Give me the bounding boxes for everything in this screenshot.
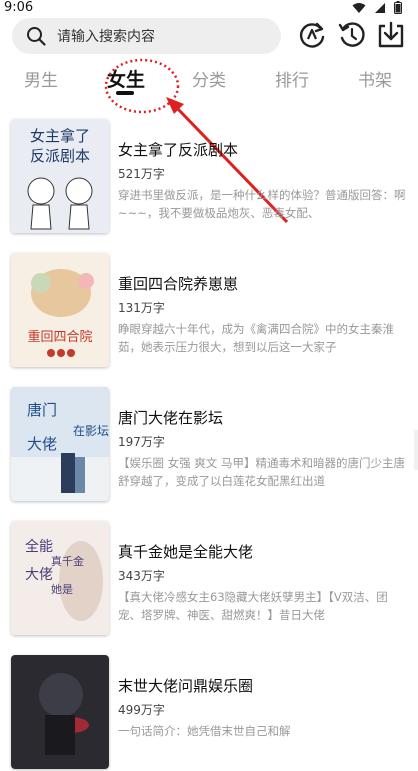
- list-item[interactable]: 重回四合院 重回四合院养崽崽 131万字 睁眼穿越六十年代，成为《禽满四合院》中…: [0, 249, 418, 369]
- cover-title-2: 反派剧本: [30, 147, 90, 165]
- wifi-icon: [352, 2, 366, 13]
- search-bar[interactable]: 请输入搜索内容: [12, 18, 281, 54]
- list-item[interactable]: 全能 大佬 真千金 她是 真千金她是全能大佬 343万字 【真大佬冷感女主63隐…: [0, 517, 418, 637]
- annotation-ellipse: [104, 58, 180, 114]
- book-cover: 女主拿了 反派剧本: [11, 119, 109, 233]
- cover-title-4: 她是: [51, 582, 73, 596]
- book-word-count: 197万字: [118, 435, 165, 449]
- history-icon[interactable]: [337, 20, 367, 50]
- tab-male[interactable]: 男生: [24, 66, 58, 91]
- scrollbar[interactable]: [414, 430, 418, 470]
- book-title: 末世大佬问鼎娱乐圈: [118, 677, 254, 695]
- book-word-count: 499万字: [118, 703, 165, 717]
- list-item[interactable]: 末世大佬问鼎娱乐圈 499万字 一句话简介：她凭借末世自己和解: [0, 651, 418, 771]
- tab-ranking[interactable]: 排行: [275, 66, 309, 91]
- tab-category[interactable]: 分类: [192, 66, 226, 91]
- book-title: 唐门大佬在影坛: [118, 409, 224, 427]
- book-description: 【真大佬冷感女主63隐藏大佬妖孽男主】【V双洁、团宠、塔罗牌、神医、甜燃爽！】昔…: [118, 590, 388, 622]
- cover-title-1: 女主拿了: [30, 127, 90, 145]
- list-item[interactable]: 唐门 大佬 在影坛 唐门大佬在影坛 197万字 【娱乐圈 女强 爽文 马甲】精通…: [0, 383, 418, 503]
- cover-title-1: 唐门: [27, 401, 57, 419]
- cover-title-1: 全能: [25, 538, 53, 555]
- book-title: 真千金她是全能大佬: [118, 543, 254, 561]
- cover-title: 重回四合院: [27, 329, 92, 345]
- list-item[interactable]: 女主拿了 反派剧本 女主拿了反派剧本 521万字 穿进书里做反派，是一种什么样的…: [0, 115, 418, 235]
- search-icon: [27, 27, 46, 46]
- book-description: 睁眼穿越六十年代，成为《禽满四合院》中的女主秦淮茹，她表示压力很大，想到以后这一…: [118, 322, 394, 354]
- book-word-count: 521万字: [118, 167, 165, 181]
- category-tabs: 男生 女生 分类 排行 书架: [0, 60, 418, 100]
- search-placeholder[interactable]: 请输入搜索内容: [57, 26, 155, 46]
- cover-title-3: 在影坛: [73, 424, 109, 438]
- book-title: 女主拿了反派剧本: [118, 141, 239, 159]
- book-cover: 重回四合院: [11, 253, 109, 367]
- tab-bookshelf[interactable]: 书架: [358, 66, 392, 91]
- battery-icon: [394, 1, 402, 14]
- book-description: 穿进书里做反派，是一种什么样的体验？普通版回答：啊~~~，我不要做极品炮灰、恶毒…: [118, 188, 406, 220]
- cover-title-2: 大佬: [27, 435, 57, 453]
- book-description: 一句话简介：她凭借末世自己和解: [118, 724, 291, 738]
- cover-title-2: 大佬: [25, 567, 53, 583]
- book-cover: [11, 655, 109, 769]
- book-title: 重回四合院养崽崽: [118, 275, 239, 293]
- book-word-count: 131万字: [118, 301, 165, 315]
- status-bar: 9:06: [0, 0, 418, 16]
- book-description: 【娱乐圈 女强 爽文 马甲】精通毒术和暗器的唐门少主唐舒穿越了，变成了以白莲花女…: [118, 456, 405, 488]
- book-cover: 唐门 大佬 在影坛: [11, 387, 109, 501]
- cover-title-3: 真千金: [51, 554, 84, 568]
- book-cover: 全能 大佬 真千金 她是: [11, 521, 109, 635]
- status-icons: [352, 1, 402, 14]
- download-icon[interactable]: [376, 20, 406, 50]
- status-time: 9:06: [4, 0, 34, 15]
- signal-icon: [375, 2, 385, 13]
- refresh-icon[interactable]: [297, 20, 327, 50]
- book-word-count: 343万字: [118, 569, 165, 583]
